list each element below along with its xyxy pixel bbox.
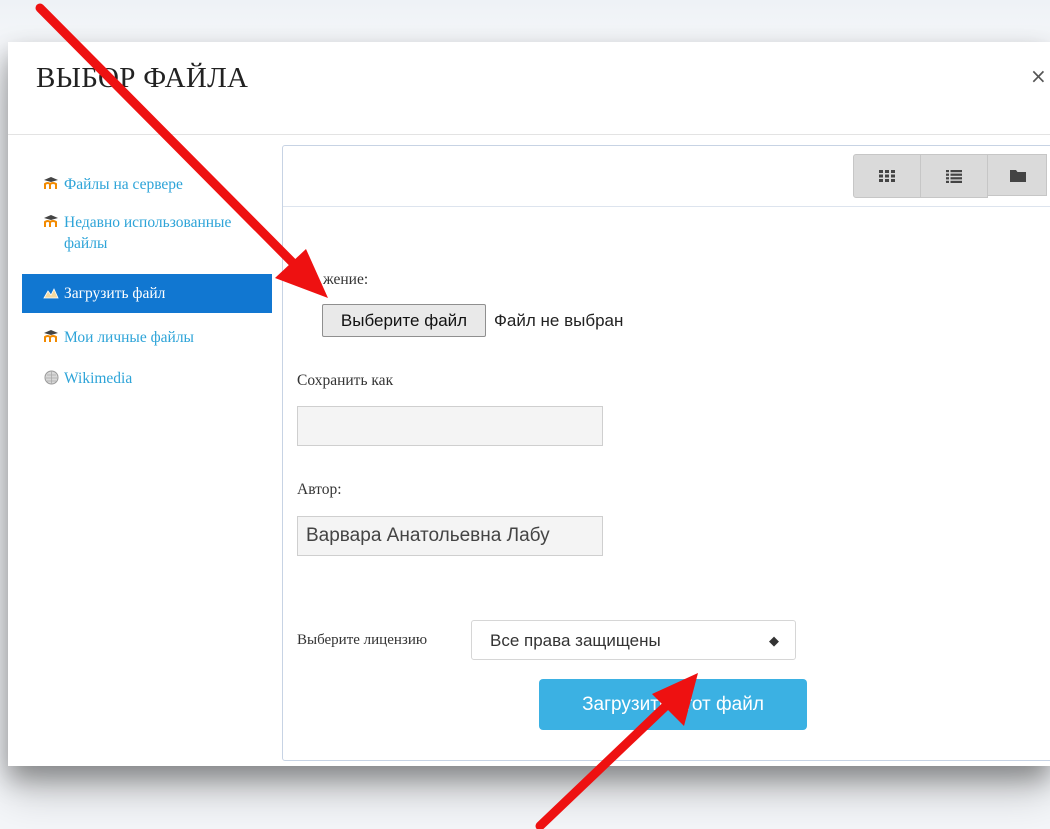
attachment-label: жение: bbox=[323, 271, 369, 288]
select-arrows-icon: ◆ bbox=[769, 633, 779, 648]
sidebar-item-server-files[interactable]: Файлы на сервере bbox=[22, 162, 272, 203]
license-label: Выберите лицензию bbox=[297, 632, 428, 648]
sidebar-item-wikimedia[interactable]: Wikimedia bbox=[22, 356, 272, 397]
sidebar-item-label: Wikimedia bbox=[64, 370, 133, 387]
folder-view-icon[interactable] bbox=[987, 154, 1047, 196]
upload-icon bbox=[42, 283, 60, 301]
choose-file-button[interactable]: Выберите файл bbox=[322, 304, 486, 337]
close-icon[interactable]: × bbox=[1030, 64, 1050, 88]
author-input[interactable]: Варвара Анатольевна Лабу bbox=[297, 516, 603, 556]
sidebar-item-label: Недавно использованные файлы bbox=[64, 214, 232, 252]
moodle-icon bbox=[42, 327, 60, 345]
save-as-input[interactable] bbox=[297, 406, 603, 446]
dialog-title: ВЫБОР ФАЙЛА bbox=[36, 62, 249, 94]
moodle-icon bbox=[42, 212, 60, 230]
dialog-header: ВЫБОР ФАЙЛА × bbox=[8, 42, 1050, 135]
license-select[interactable]: Все права защищены ◆ bbox=[471, 620, 796, 660]
save-as-label: Сохранить как bbox=[297, 372, 394, 389]
author-label: Автор: bbox=[297, 481, 342, 498]
file-status-text: Файл не выбран bbox=[494, 311, 624, 330]
wikimedia-icon bbox=[42, 368, 60, 386]
sidebar-item-upload-file[interactable]: Загрузить файл bbox=[22, 274, 272, 313]
sidebar-item-label: Файлы на сервере bbox=[64, 176, 183, 193]
sidebar-item-recent-files[interactable]: Недавно использованные файлы bbox=[22, 203, 272, 268]
view-toolbar bbox=[283, 146, 1050, 207]
file-picker-dialog: ВЫБОР ФАЙЛА × Файлы на сервере Недавно и… bbox=[8, 42, 1050, 766]
license-select-value: Все права защищены bbox=[490, 631, 661, 650]
moodle-icon bbox=[42, 174, 60, 192]
sidebar-item-label: Мои личные файлы bbox=[64, 329, 194, 346]
upload-file-button[interactable]: Загрузить этот файл bbox=[539, 679, 807, 730]
repository-sidebar: Файлы на сервере Недавно использованные … bbox=[22, 162, 272, 397]
upload-panel: жение: Выберите файл Файл не выбран Сохр… bbox=[282, 145, 1050, 761]
grid-view-icon[interactable] bbox=[853, 154, 921, 198]
background-decoration bbox=[0, 0, 1050, 42]
sidebar-item-private-files[interactable]: Мои личные файлы bbox=[22, 319, 272, 356]
sidebar-item-label: Загрузить файл bbox=[64, 285, 166, 302]
list-view-icon[interactable] bbox=[920, 154, 988, 198]
view-switcher bbox=[853, 154, 1047, 198]
